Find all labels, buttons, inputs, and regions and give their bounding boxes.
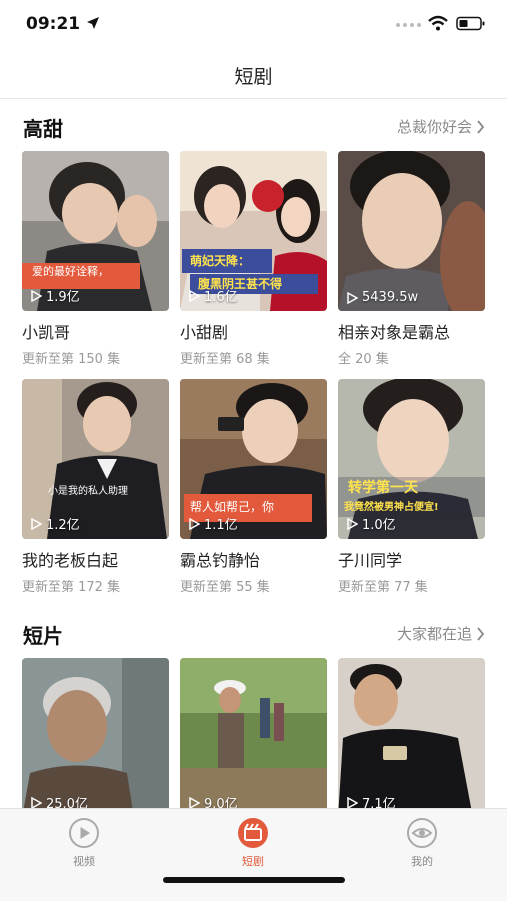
drama-card[interactable]: 萌妃天降： 腹黑阴王甚不得 1.6亿 小甜剧 更新至第 68 集: [180, 151, 327, 367]
status-bar: 09:21: [0, 0, 507, 50]
section-more-link[interactable]: 总裁你好会: [397, 116, 485, 137]
card-subtitle: 更新至第 77 集: [338, 580, 428, 595]
card-thumbnail: 转学第一天 我竟然被男神占便宜! 1.0亿: [338, 379, 485, 539]
page-title: 短剧: [234, 66, 273, 88]
card-subtitle: 更新至第 150 集: [22, 352, 121, 367]
card-title: 小甜剧: [180, 323, 229, 342]
play-icon: [189, 796, 200, 809]
short-card[interactable]: 25.0亿: [22, 658, 169, 818]
drama-card[interactable]: 爱的最好诠释， 1.9亿 小凯哥 更新至第 150 集: [22, 151, 169, 367]
card-subtitle: 更新至第 68 集: [180, 352, 270, 367]
section-more-link[interactable]: 大家都在追: [397, 623, 485, 644]
tab-bar: 视频 短剧 我的: [0, 808, 507, 901]
card-thumbnail: 7.1亿: [338, 658, 485, 818]
card-caption: 小是我的私人助理: [48, 486, 128, 497]
play-icon: [31, 289, 42, 302]
tab-label: 我的: [411, 855, 433, 868]
short-card[interactable]: 7.1亿: [338, 658, 485, 818]
play-count-value: 1.0亿: [362, 518, 396, 533]
play-count-value: 1.2亿: [46, 518, 80, 533]
card-title: 相亲对象是霸总: [338, 323, 451, 342]
play-icon: [347, 796, 358, 809]
play-icon: [31, 796, 42, 809]
play-count: 1.1亿: [188, 514, 238, 533]
card-thumbnail: 萌妃天降： 腹黑阴王甚不得 1.6亿: [180, 151, 327, 311]
tab-video[interactable]: 视频: [34, 817, 134, 869]
status-time: 09:21: [26, 14, 81, 34]
short-card[interactable]: 9.0亿: [180, 658, 327, 818]
play-icon: [347, 517, 358, 530]
play-icon: [31, 517, 42, 530]
home-indicator[interactable]: [163, 877, 345, 883]
play-count: 1.0亿: [346, 514, 396, 533]
play-count: 1.9亿: [30, 286, 80, 305]
battery-icon: [456, 16, 485, 31]
section-title: 短片: [23, 624, 63, 648]
tab-short-drama[interactable]: 短剧: [203, 817, 303, 869]
chevron-right-icon: [477, 626, 485, 641]
card-title: 子川同学: [338, 551, 403, 570]
eye-icon: [407, 818, 437, 848]
section-more-label: 总裁你好会: [396, 118, 472, 136]
card-title: 小凯哥: [22, 323, 71, 342]
section-more-label: 大家都在追: [396, 625, 472, 643]
section-header-sweet: 高甜 总裁你好会: [0, 113, 507, 143]
play-count: 1.6亿: [188, 286, 238, 305]
play-count-value: 1.6亿: [204, 290, 238, 305]
wifi-icon: [428, 15, 448, 31]
play-count: 5439.5w: [346, 290, 418, 305]
play-circle-icon: [69, 818, 99, 848]
drama-card[interactable]: 帮人如帮己，你 1.1亿 霸总钓静怡 更新至第 55 集: [180, 379, 327, 595]
card-thumbnail: 小是我的私人助理 1.2亿: [22, 379, 169, 539]
card-subtitle: 全 20 集: [338, 352, 389, 367]
chevron-right-icon: [477, 119, 485, 134]
tab-label: 短剧: [242, 855, 264, 868]
card-caption: 转学第一天: [348, 480, 418, 496]
card-thumbnail: 5439.5w: [338, 151, 485, 311]
thumbnail-image: [338, 151, 485, 311]
card-thumbnail: 9.0亿: [180, 658, 327, 818]
signal-dots-icon: [396, 23, 421, 27]
card-title: 我的老板白起: [22, 551, 119, 570]
card-caption: 萌妃天降：: [190, 254, 251, 268]
play-icon: [189, 289, 200, 302]
drama-card[interactable]: 5439.5w 相亲对象是霸总 全 20 集: [338, 151, 485, 367]
play-icon: [189, 517, 200, 530]
card-caption: 爱的最好诠释，: [32, 265, 109, 278]
card-title: 霸总钓静怡: [180, 551, 261, 570]
tab-label: 视频: [73, 855, 95, 868]
play-count-value: 1.9亿: [46, 290, 80, 305]
card-thumbnail: 25.0亿: [22, 658, 169, 818]
card-thumbnail: 帮人如帮己，你 1.1亿: [180, 379, 327, 539]
section-title: 高甜: [23, 117, 63, 141]
nav-bar: 短剧: [0, 50, 507, 99]
drama-card[interactable]: 转学第一天 我竟然被男神占便宜! 1.0亿 子川同学 更新至第 77 集: [338, 379, 485, 595]
clapper-icon: [238, 818, 268, 848]
location-arrow-icon: [87, 17, 99, 29]
play-count-value: 5439.5w: [362, 290, 419, 305]
card-subtitle: 更新至第 172 集: [22, 580, 121, 595]
drama-card[interactable]: 小是我的私人助理 1.2亿 我的老板白起 更新至第 172 集: [22, 379, 169, 595]
card-thumbnail: 爱的最好诠释， 1.9亿: [22, 151, 169, 311]
card-subtitle: 更新至第 55 集: [180, 580, 270, 595]
tab-mine[interactable]: 我的: [372, 817, 472, 869]
play-count-value: 1.1亿: [204, 518, 238, 533]
play-count: 1.2亿: [30, 514, 80, 533]
section-header-shorts: 短片 大家都在追: [0, 620, 507, 650]
play-icon: [347, 291, 358, 304]
